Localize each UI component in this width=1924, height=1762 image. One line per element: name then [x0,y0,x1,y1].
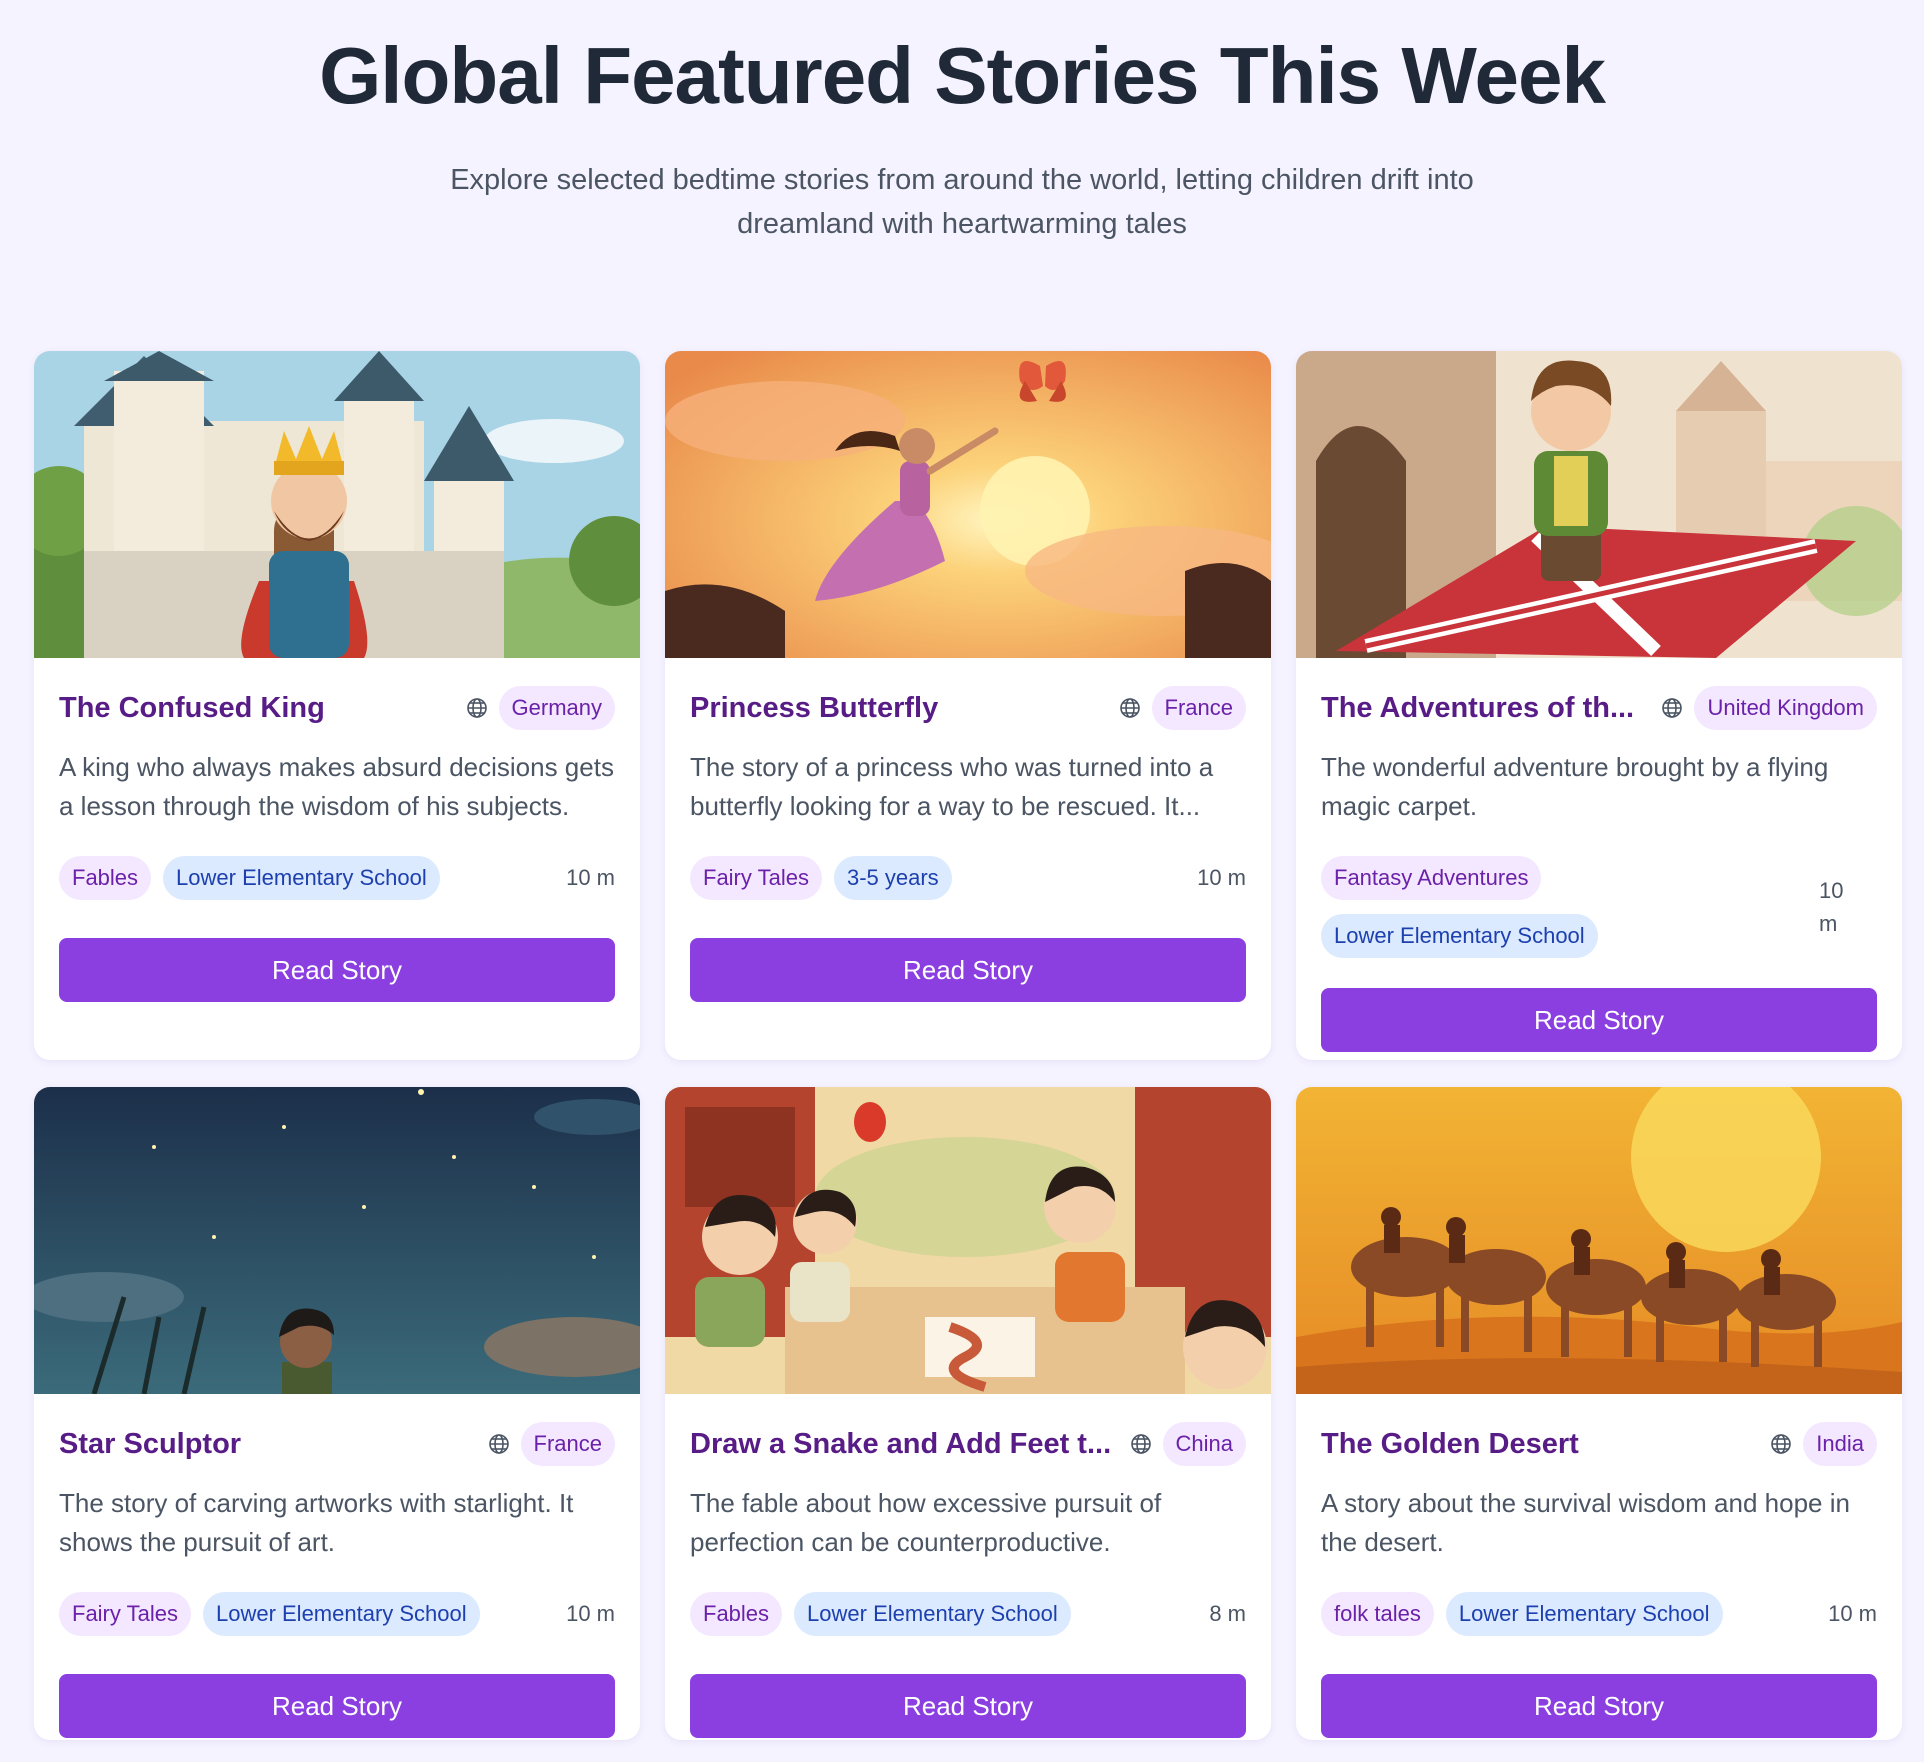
story-illustration[interactable] [1296,351,1902,658]
story-tags: Fantasy Adventures Lower Elementary Scho… [1321,856,1621,958]
level-tag[interactable]: 3-5 years [833,856,952,900]
story-tags: Fables Lower Elementary School [59,856,440,900]
story-illustration[interactable] [34,1087,640,1394]
category-tag[interactable]: Fables [59,856,152,900]
story-card: The Confused King Germany A king who alw… [34,351,640,1060]
story-title[interactable]: The Golden Desert [1321,1428,1753,1461]
read-story-button[interactable]: Read Story [1321,988,1877,1052]
story-title[interactable]: Draw a Snake and Add Feet t... [690,1428,1113,1461]
story-title[interactable]: The Adventures of th... [1321,692,1644,725]
story-description: The story of a princess who was turned i… [690,752,1214,821]
read-story-button[interactable]: Read Story [690,1674,1246,1738]
country-badge: France [1151,686,1246,730]
country-badge: India [1803,1422,1877,1466]
story-origin: France [487,1422,615,1466]
story-grid: The Confused King Germany A king who alw… [34,351,1902,1740]
reading-duration: 8 m [1209,1601,1246,1626]
globe-icon [466,698,487,718]
page-subtitle: Explore selected bedtime stories from ar… [450,164,1474,240]
globe-icon [1662,698,1683,718]
story-illustration[interactable] [1296,1087,1902,1394]
category-tag[interactable]: Fantasy Adventures [1321,856,1542,900]
read-story-button[interactable]: Read Story [59,938,615,1002]
story-origin: France [1118,686,1246,730]
story-title[interactable]: Princess Butterfly [690,692,1102,725]
story-meta: Fairy Tales 3-5 years 10 m [690,856,1246,900]
story-meta: Fables Lower Elementary School 8 m [690,1592,1246,1636]
country-badge: China [1162,1422,1246,1466]
level-tag[interactable]: Lower Elementary School [202,1592,480,1636]
level-tag[interactable]: Lower Elementary School [163,856,440,900]
story-illustration[interactable] [665,1087,1271,1394]
read-story-button[interactable]: Read Story [59,1674,615,1738]
story-origin: Germany [465,686,615,730]
page-header: Global Featured Stories This Week Explor… [0,0,1924,246]
story-origin: China [1129,1422,1246,1466]
story-card: The Adventures of th... United Kingdom T… [1296,351,1902,1060]
story-meta: Fairy Tales Lower Elementary School 10 m [59,1592,615,1636]
story-description: The wonderful adventure brought by a fly… [1321,752,1829,821]
story-description: The story of carving artworks with starl… [59,1488,574,1557]
reading-duration: 10 m [1819,878,1844,936]
story-origin: India [1769,1422,1877,1466]
category-tag[interactable]: Fables [690,1592,783,1636]
story-card: The Golden Desert India A story about th… [1296,1087,1902,1740]
story-card: Princess Butterfly France The story of a… [665,351,1271,1060]
story-tags: Fairy Tales 3-5 years [690,856,952,900]
read-story-button[interactable]: Read Story [1321,1674,1877,1738]
globe-icon [1119,698,1140,718]
story-description: A king who always makes absurd decisions… [59,752,614,821]
category-tag[interactable]: Fairy Tales [690,856,822,900]
story-card: Star Sculptor France The story of carvin… [34,1087,640,1740]
page-title: Global Featured Stories This Week [319,31,1606,120]
story-title[interactable]: The Confused King [59,692,449,725]
story-meta: Fantasy Adventures Lower Elementary Scho… [1321,856,1877,958]
story-card: Draw a Snake and Add Feet t... China The… [665,1087,1271,1740]
reading-duration: 10 m [1197,865,1246,890]
story-meta: folk tales Lower Elementary School 10 m [1321,1592,1877,1636]
level-tag[interactable]: Lower Elementary School [1445,1592,1723,1636]
country-badge: Germany [498,686,615,730]
story-title[interactable]: Star Sculptor [59,1428,471,1461]
globe-icon [1771,1434,1792,1454]
story-tags: Fables Lower Elementary School [690,1592,1071,1636]
story-description: A story about the survival wisdom and ho… [1321,1488,1850,1557]
country-badge: France [520,1422,615,1466]
story-tags: folk tales Lower Elementary School [1321,1592,1723,1636]
level-tag[interactable]: Lower Elementary School [794,1592,1071,1636]
story-origin: United Kingdom [1660,686,1877,730]
story-illustration[interactable] [34,351,640,658]
reading-duration: 10 m [1828,1601,1877,1626]
story-tags: Fairy Tales Lower Elementary School [59,1592,480,1636]
globe-icon [488,1434,509,1454]
country-badge: United Kingdom [1694,686,1877,730]
reading-duration: 10 m [566,1601,615,1626]
globe-icon [1130,1434,1151,1454]
read-story-button[interactable]: Read Story [690,938,1246,1002]
story-meta: Fables Lower Elementary School 10 m [59,856,615,900]
story-illustration[interactable] [665,351,1271,658]
reading-duration: 10 m [566,865,615,890]
category-tag[interactable]: Fairy Tales [59,1592,191,1636]
story-description: The fable about how excessive pursuit of… [690,1488,1162,1557]
category-tag[interactable]: folk tales [1321,1592,1434,1636]
level-tag[interactable]: Lower Elementary School [1321,914,1598,958]
